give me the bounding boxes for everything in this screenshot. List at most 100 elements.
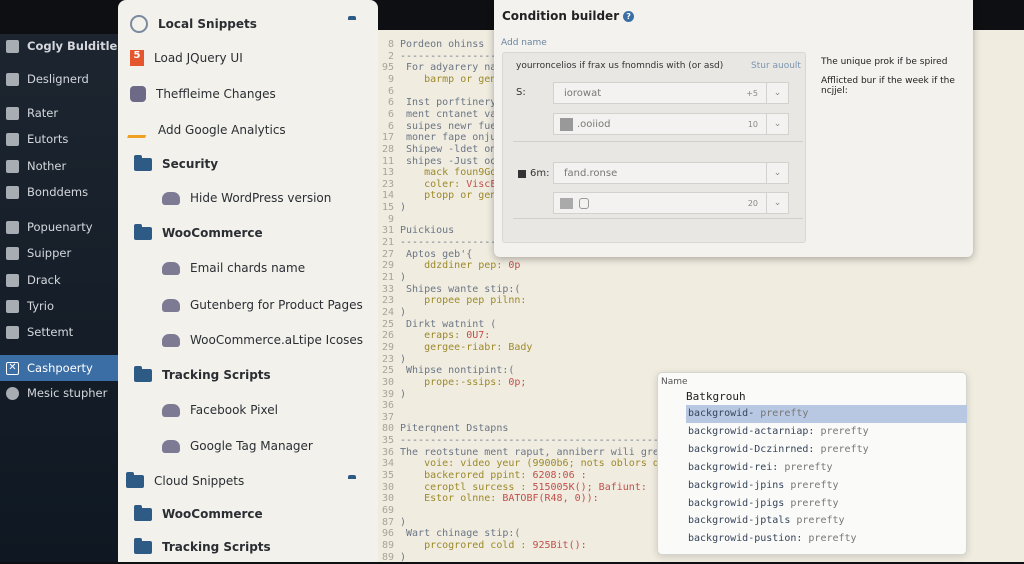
option-name: backgrowid-Dczinrned: (688, 443, 815, 455)
snippet-item[interactable]: Theffleime Changes (130, 86, 276, 102)
code-text: Whipse nontipint:( (400, 365, 515, 377)
sidebar-item[interactable]: ✕ Cashpoerty (0, 355, 118, 381)
autocomplete-option[interactable]: backgrowid-jpins prerefty (686, 477, 967, 495)
sidebar-item-label: Rater (27, 106, 59, 120)
snippet-item[interactable]: Tracking Scripts (134, 365, 271, 382)
line-number: 69 (381, 505, 394, 516)
chevron-down-icon[interactable]: ⌄ (766, 163, 788, 183)
condition-value-select[interactable]: fand.ronse ⌄ (553, 162, 789, 184)
add-name-link[interactable]: Add name (501, 38, 547, 48)
code-text: ) (400, 516, 407, 528)
snippet-label: Facebook Pixel (190, 403, 278, 417)
snippet-item[interactable]: 5 Load JQuery UI (130, 50, 243, 66)
snippet-item[interactable]: Tracking Scripts (134, 537, 271, 554)
key-icon (6, 299, 19, 313)
autocomplete-input[interactable]: Batkgrouh (686, 390, 746, 403)
line-number: 6 (387, 120, 394, 132)
snippet-item[interactable]: Google Tag Manager (162, 439, 313, 453)
sidebar-item[interactable]: Bonddems (0, 180, 118, 204)
condition-operator-select[interactable]: .ooiiod 10 ⌄ (553, 113, 789, 135)
checkbox[interactable] (518, 169, 526, 178)
code-line: 39) (378, 389, 406, 401)
code-text: Estor olnne: (400, 493, 503, 505)
sidebar-item[interactable]: Nother (0, 154, 118, 178)
sidebar-item[interactable]: Mesic stupher (0, 381, 118, 405)
snippet-item[interactable]: Security (134, 154, 218, 171)
snippet-item[interactable]: Email chards name (162, 261, 305, 275)
snippet-item[interactable]: Gutenberg for Product Pages (162, 298, 363, 312)
code-line: 87) (378, 517, 406, 529)
sidebar-item-label: Popuenarty (27, 220, 93, 234)
snippet-item[interactable]: WooCommerce (134, 223, 263, 240)
line-number: 6 (387, 97, 394, 109)
chevron-down-icon[interactable]: ⌄ (766, 193, 788, 213)
condition-field-select[interactable]: iorowat +5 ⌄ (553, 82, 789, 104)
autocomplete-option[interactable]: backgrowid-pustion: prerefty (686, 530, 967, 548)
snippet-item[interactable]: Facebook Pixel (162, 403, 278, 417)
key-icon (6, 220, 19, 234)
condition-extra-select[interactable]: 20 ⌄ (553, 192, 789, 214)
line-number: 26 (381, 330, 394, 342)
line-number: 28 (381, 143, 394, 155)
line-number: 36 (381, 446, 394, 458)
code-line: 6 suipes newr fue (378, 121, 496, 133)
snippet-item[interactable]: Cloud Snippets (126, 471, 245, 488)
code-text: Shipew -ldet on (400, 143, 497, 155)
snippet-logo-icon (130, 15, 148, 33)
sidebar-item[interactable]: Settemt (0, 320, 118, 344)
sidebar-item[interactable]: Eutorts (0, 127, 118, 151)
line-number: 35 (381, 470, 394, 482)
snippet-item[interactable]: Add Google Analytics (127, 122, 286, 138)
sidebar-item-label: Nother (27, 159, 67, 173)
autocomplete-option[interactable]: backgrowid-jptals prerefty (686, 512, 967, 530)
sidebar-item[interactable]: Suipper (0, 241, 118, 265)
autocomplete-option[interactable]: backgrowid-actarniap: prerefty (686, 423, 967, 441)
line-number: 96 (381, 528, 394, 540)
line-number: 35 (381, 435, 394, 447)
analytics-icon (127, 122, 151, 138)
snippet-item[interactable]: Hide WordPress version (162, 191, 331, 205)
folder-icon (134, 537, 152, 554)
option-suffix: prerefty (754, 408, 809, 419)
sidebar-item[interactable]: Drack (0, 268, 118, 292)
sidebar-item-label: Tyrio (27, 299, 54, 313)
php-elephant-icon (162, 261, 180, 275)
code-line: 28 Shipew -ldet on (378, 144, 496, 156)
user-icon (6, 72, 19, 86)
option-suffix: prerefty (790, 515, 845, 527)
list-icon (560, 197, 573, 209)
snippet-item[interactable]: WooCommerce (134, 504, 263, 521)
snippet-item[interactable]: WooCommerce.aLtipe Icoses (162, 333, 363, 347)
autocomplete-option[interactable]: backgrowid- prerefty (686, 405, 967, 423)
line-number: 36 (381, 400, 394, 412)
chevron-down-icon[interactable]: ⌄ (766, 114, 788, 134)
line-number: 27 (381, 248, 394, 260)
wrench-icon (6, 106, 19, 120)
sidebar-item[interactable]: Cogly Bulditles (0, 34, 124, 58)
sidebar-item[interactable]: Tyrio (0, 294, 118, 318)
sidebar-item[interactable]: Rater (0, 101, 118, 125)
folder-icon (134, 154, 152, 171)
code-text: voie: video yeur (9900b6; nots oblors d (400, 458, 659, 470)
sidebar-item[interactable]: Popuenarty (0, 215, 118, 239)
line-number: 24 (381, 306, 394, 318)
sidebar-item[interactable]: Deslignerd (0, 67, 118, 91)
autocomplete-option[interactable]: backgrowid-Dczinrned: prerefty (686, 441, 967, 459)
line-number: 30 (381, 376, 394, 388)
code-text: mack foun9Go (400, 167, 497, 179)
close-icon: ✕ (6, 361, 19, 375)
snippet-label: Cloud Snippets (154, 474, 245, 488)
admin-sidebar: Cogly Bulditles Deslignerd Rater Eutorts Not… (0, 34, 124, 562)
divider (513, 141, 803, 142)
autocomplete-option[interactable]: backgrowid-rei: prerefty (686, 459, 967, 477)
code-text: Inst porftinery (400, 97, 497, 109)
snippet-item[interactable]: Local Snippets (130, 15, 257, 33)
sidebar-item-label: Eutorts (27, 132, 69, 146)
code-line: 35 backerored ppint: 6208:06 : (378, 470, 587, 482)
start-link[interactable]: Stur auoult (751, 61, 801, 71)
autocomplete-option[interactable]: backgrowid-jpigs prerefty (686, 495, 967, 513)
sidebar-item-label: Bonddems (27, 185, 89, 199)
line-number: 6 (387, 108, 394, 120)
help-icon[interactable]: ? (623, 10, 635, 22)
chevron-down-icon[interactable]: ⌄ (766, 83, 788, 103)
